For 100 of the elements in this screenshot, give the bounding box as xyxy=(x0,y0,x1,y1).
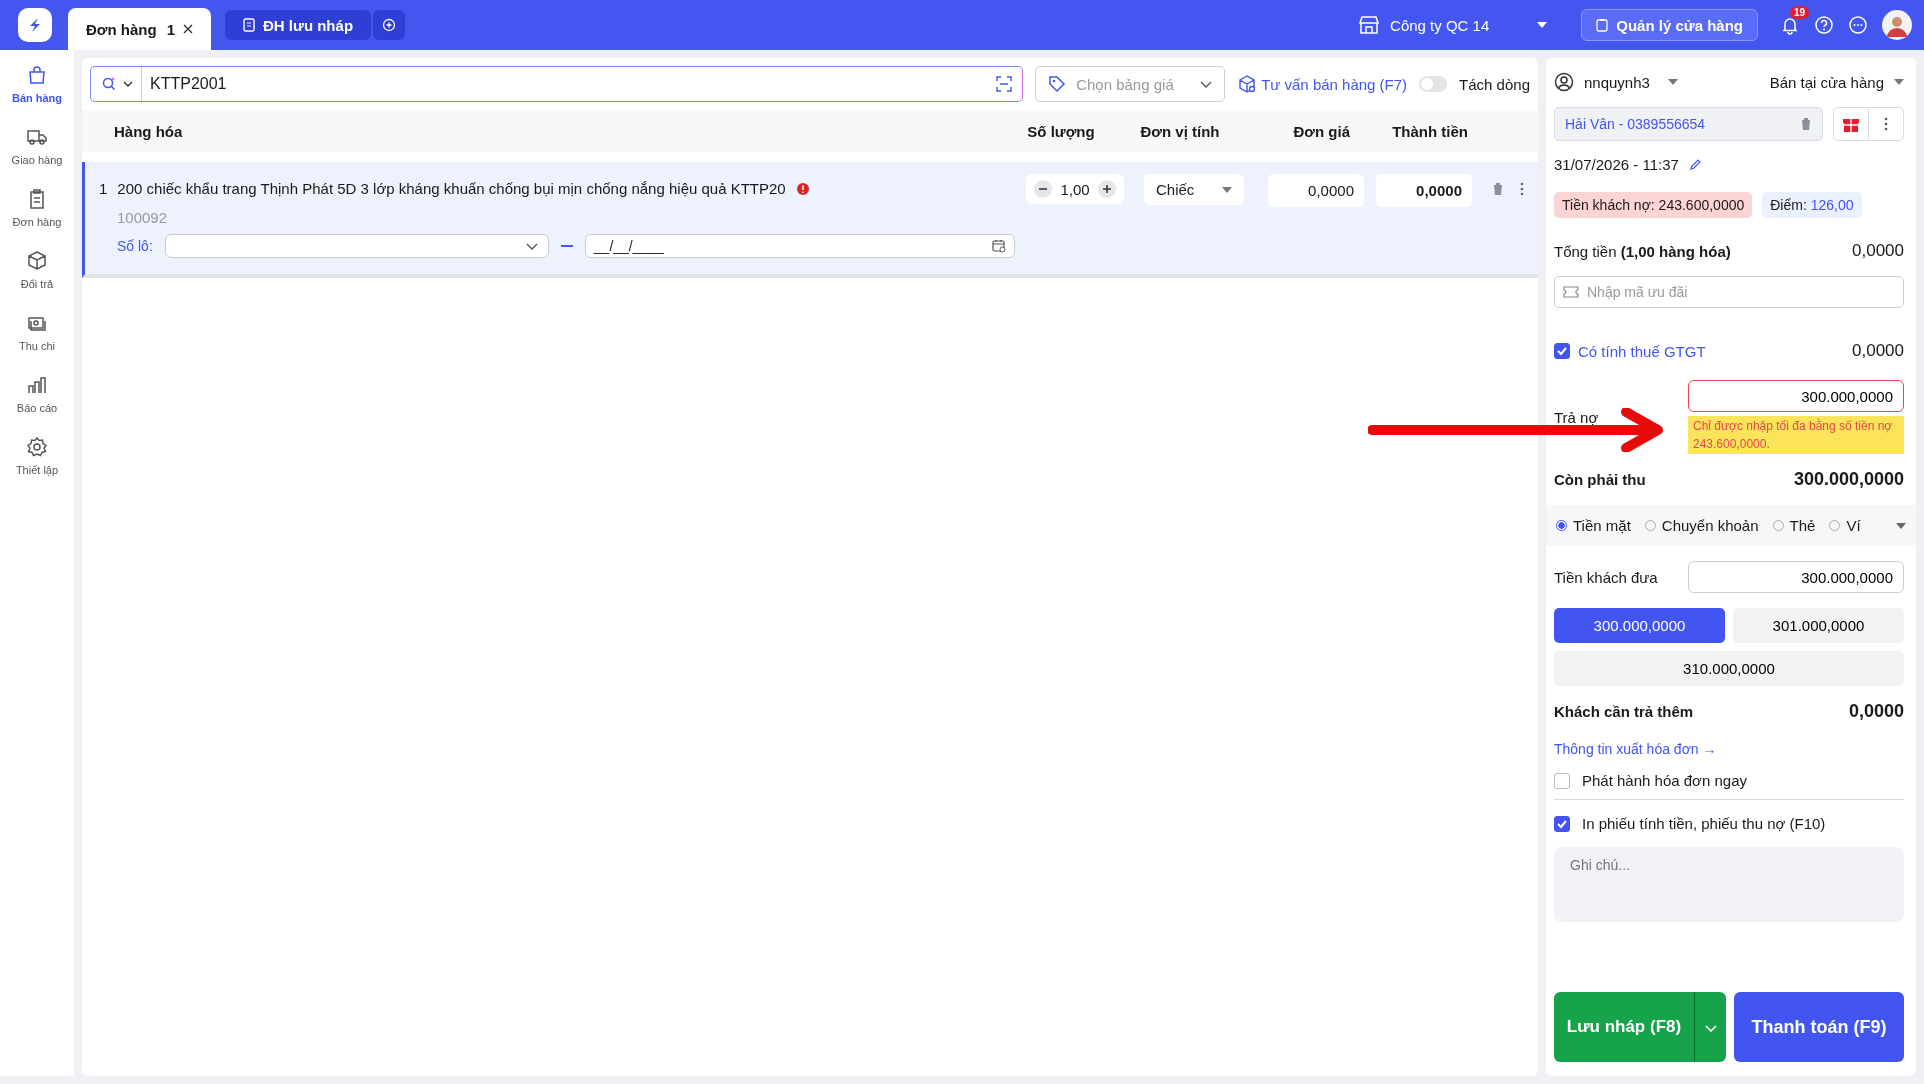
sidebar-item[interactable]: Giao hàng xyxy=(11,126,63,166)
vat-label: Có tính thuế GTGT xyxy=(1578,342,1706,360)
gear-icon xyxy=(26,436,48,458)
chart-icon xyxy=(26,374,48,396)
search-icon[interactable] xyxy=(101,76,117,92)
payment-method-radio[interactable]: Thẻ xyxy=(1772,517,1816,534)
vat-value: 0,0000 xyxy=(1852,341,1904,361)
trash-icon[interactable] xyxy=(1800,117,1812,131)
total-label: Tổng tiền (1,00 hàng hóa) xyxy=(1554,242,1731,260)
invoice-info-link[interactable]: Thông tin xuất hóa đơn → xyxy=(1554,741,1904,757)
search-value: KTTP2001 xyxy=(149,75,228,93)
user-icon xyxy=(1554,72,1574,92)
unit-dropdown[interactable]: Chiếc xyxy=(1144,174,1244,205)
store-icon xyxy=(1358,15,1381,35)
box-search-icon xyxy=(1237,74,1258,94)
option-label: Phát hành hóa đơn ngay xyxy=(1582,772,1747,789)
sidebar-item[interactable]: Báo cáo xyxy=(16,374,58,414)
caret-icon[interactable] xyxy=(1667,79,1678,85)
payment-method-radio[interactable]: Chuyển khoản xyxy=(1644,517,1759,534)
column-header: Thành tiền xyxy=(1391,122,1469,140)
column-header: Đơn giá xyxy=(1292,122,1351,140)
payment-method-radio[interactable]: Tiền mặt xyxy=(1556,517,1631,534)
order-tab[interactable]: ĐH lưu nháp xyxy=(225,10,372,40)
total-value: 0,0000 xyxy=(1852,241,1904,261)
close-icon[interactable] xyxy=(183,24,193,34)
sidebar-item[interactable]: Thu chi xyxy=(18,312,56,352)
price-field[interactable]: 0,0000 xyxy=(1268,174,1364,207)
column-header: Hàng hóa xyxy=(113,122,184,140)
logo-icon[interactable] xyxy=(18,8,52,42)
sidebar-item[interactable]: Thiết lập xyxy=(15,436,59,476)
chevron-icon xyxy=(1200,80,1213,88)
sidebar-item[interactable]: Đổi trả xyxy=(20,250,54,290)
store-name[interactable]: Công ty QC 14 xyxy=(1390,16,1490,34)
sale-channel-dropdown[interactable]: Bán tại cửa hàng xyxy=(1769,73,1884,91)
option-checkbox[interactable] xyxy=(1554,815,1570,832)
change-value: 0,0000 xyxy=(1848,701,1904,722)
quick-amount-button[interactable]: 300.000,0000 xyxy=(1554,608,1725,643)
date-placeholder: __/__/____ xyxy=(593,238,664,254)
option-checkbox[interactable] xyxy=(1554,772,1570,789)
quick-amount-button[interactable]: 301.000,0000 xyxy=(1733,608,1904,643)
dash-icon xyxy=(560,245,573,247)
trash-icon[interactable] xyxy=(1492,182,1504,196)
column-header: Đơn vị tính xyxy=(1139,122,1221,140)
bell-icon[interactable] xyxy=(1780,15,1800,35)
bag-icon xyxy=(26,64,48,86)
chevron-icon xyxy=(525,242,538,250)
split-line-toggle[interactable] xyxy=(1419,76,1448,92)
tab-label: ĐH lưu nháp xyxy=(263,16,354,34)
dropdown-button[interactable] xyxy=(1694,992,1726,1062)
payment-method-radio[interactable]: Ví xyxy=(1829,517,1861,534)
vat-checkbox[interactable] xyxy=(1554,343,1570,359)
sidebar-item[interactable]: Bán hàng xyxy=(11,64,63,104)
more-icon[interactable] xyxy=(1520,182,1524,196)
expiry-date-field[interactable]: __/__/____ xyxy=(584,234,1015,258)
quick-amount-button[interactable]: 310.000,0000 xyxy=(1554,651,1904,686)
avatar-icon[interactable] xyxy=(1882,10,1912,40)
column-header: Số lượng xyxy=(1026,122,1096,140)
total-field: 0,0000 xyxy=(1376,174,1472,207)
product-name: 200 chiếc khẩu trang Thịnh Phát 5D 3 lớp kháng khuẩn chống bụi mịn chống nắng hiệu quả KTTP20 xyxy=(117,180,786,197)
caret-icon[interactable] xyxy=(1537,22,1548,28)
search-field[interactable]: KTTP2001 xyxy=(90,66,1024,102)
split-line-label: Tách dòng xyxy=(1459,75,1530,93)
quantity-stepper[interactable]: 1,00 xyxy=(1026,174,1124,204)
quantity-value: 1,00 xyxy=(1060,180,1090,198)
customer-paid-field[interactable]: 300.000,0000 xyxy=(1688,561,1904,593)
remaining-value: 300.000,0000 xyxy=(1793,469,1904,490)
customer-paid-label: Tiền khách đưa xyxy=(1554,568,1658,586)
manage-store-button[interactable]: Quản lý cửa hàng xyxy=(1581,9,1758,41)
debt-payment-field[interactable]: 300.000,0000 xyxy=(1688,380,1904,412)
sales-advisor-link[interactable]: Tư vấn bán hàng (F7) xyxy=(1237,74,1408,94)
document-icon xyxy=(243,18,255,32)
calendar-icon[interactable] xyxy=(991,239,1006,253)
error-message: Chỉ được nhập tối đa bằng số tiền nợ 243.600,0000. xyxy=(1688,416,1904,454)
plus-icon[interactable] xyxy=(1097,180,1116,198)
price-list-placeholder: Chọn bảng giá xyxy=(1076,75,1175,93)
checkout-button[interactable]: Thanh toán (F9) xyxy=(1734,992,1904,1062)
plus-icon xyxy=(382,18,397,32)
box-icon xyxy=(26,250,48,272)
note-field[interactable]: Ghi chú... xyxy=(1554,847,1904,922)
warning-icon xyxy=(795,181,810,196)
tag-icon xyxy=(1048,75,1067,93)
caret-icon[interactable] xyxy=(1894,79,1904,85)
scan-icon[interactable] xyxy=(996,76,1013,92)
pencil-icon[interactable] xyxy=(1688,158,1701,171)
order-tab[interactable]: Đơn hàng 1 xyxy=(68,8,211,50)
promo-placeholder: Nhập mã ưu đãi xyxy=(1587,284,1688,300)
customer-name: Hải Vân - 0389556654 xyxy=(1565,116,1706,132)
more-icon[interactable] xyxy=(1848,15,1868,35)
chevron-icon[interactable] xyxy=(123,81,133,87)
caret-icon[interactable] xyxy=(1896,522,1906,529)
order-datetime: 31/07/2026 - 11:37 xyxy=(1554,156,1679,173)
tab-label: Đơn hàng xyxy=(86,20,157,38)
lot-label: Số lô: xyxy=(117,238,153,254)
seller-dropdown[interactable]: nnquynh3 xyxy=(1584,73,1650,91)
minus-icon[interactable] xyxy=(1034,180,1053,198)
add-tab-button[interactable] xyxy=(373,10,406,40)
help-icon[interactable] xyxy=(1814,15,1834,35)
product-code: 100092 xyxy=(116,209,169,226)
caret-icon xyxy=(1222,186,1232,193)
sidebar-item[interactable]: Đơn hàng xyxy=(12,188,62,228)
